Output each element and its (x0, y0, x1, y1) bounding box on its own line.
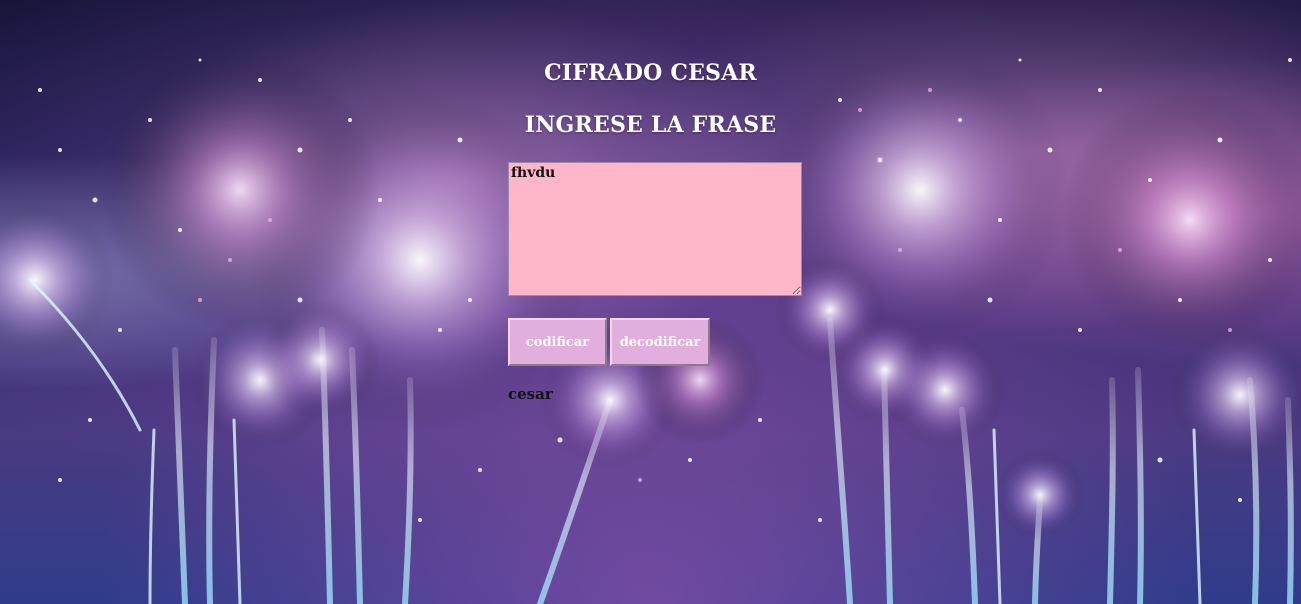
decode-button[interactable]: decodificar (610, 318, 710, 366)
fireworks-background (0, 40, 1301, 604)
phrase-prompt-heading: INGRESE LA FRASE (524, 112, 777, 138)
page-title: CIFRADO CESAR (544, 60, 757, 86)
encode-button[interactable]: codificar (508, 318, 607, 366)
result-text: cesar (508, 385, 553, 403)
phrase-textarea[interactable]: fhvdu (508, 162, 802, 296)
